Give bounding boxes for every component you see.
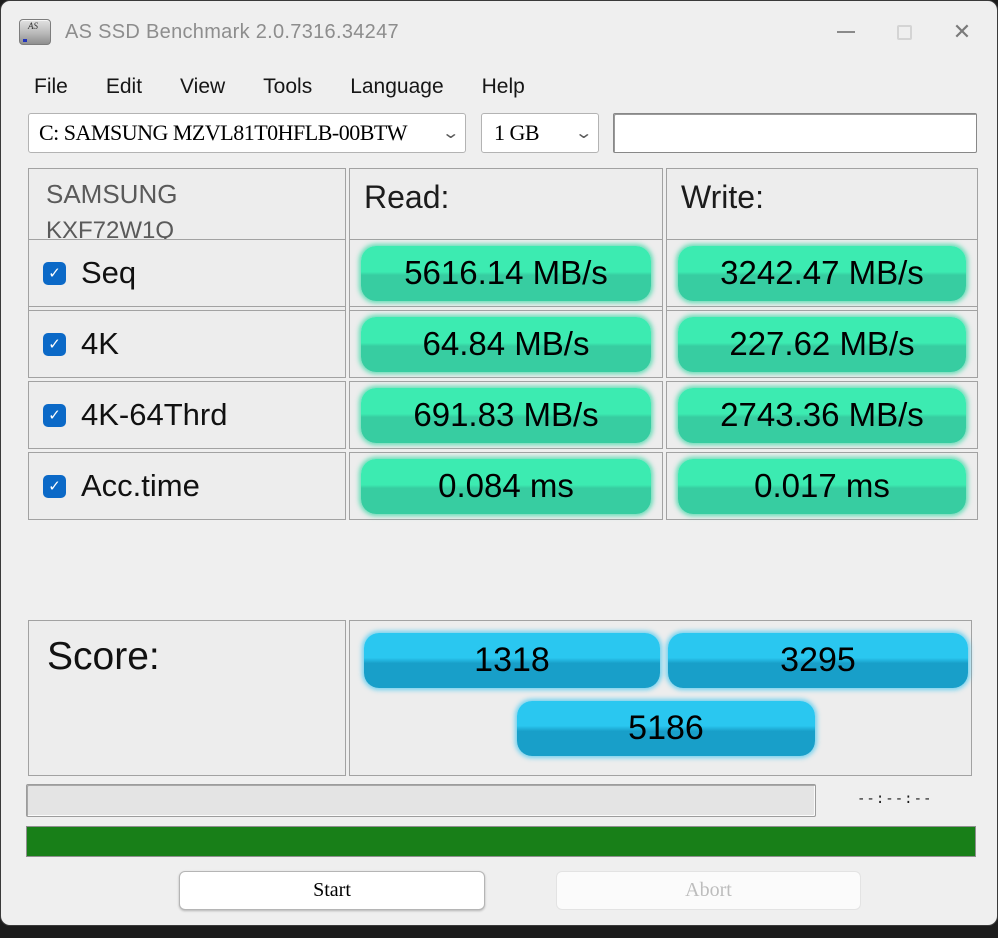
progress-bar-fill [27, 827, 975, 856]
device-vendor: SAMSUNG [46, 179, 178, 209]
4k-checkbox[interactable] [43, 332, 66, 356]
acctime-read-cell: 0.084 ms [349, 452, 663, 520]
4k64-read-value: 691.83 MB/s [360, 387, 652, 443]
titlebar: AS SSD Benchmark 2.0.7316.34247 ✕ [1, 1, 997, 63]
acctime-write-cell: 0.017 ms [666, 452, 978, 520]
close-button[interactable]: ✕ [933, 1, 991, 63]
seq-read-value: 5616.14 MB/s [360, 245, 652, 301]
app-window: AS SSD Benchmark 2.0.7316.34247 ✕ File E… [0, 0, 998, 926]
maximize-icon [896, 24, 912, 40]
4k-write-value: 227.62 MB/s [677, 316, 967, 372]
row-4k64-label-cell: 4K-64Thrd [28, 381, 346, 449]
hdd-app-icon [19, 19, 51, 45]
chevron-down-icon: ⌄ [440, 125, 460, 142]
total-score-badge: 5186 [517, 701, 815, 756]
row-seq-label-cell: Seq [28, 239, 346, 307]
score-label: Score: [47, 635, 160, 678]
start-button[interactable]: Start [179, 871, 485, 910]
test-size-value: 1 GB [494, 120, 540, 145]
minimize-button[interactable] [817, 1, 875, 63]
row-label: 4K-64Thrd [81, 397, 228, 432]
menu-view[interactable]: View [180, 75, 225, 99]
menubar: File Edit View Tools Language Help [1, 65, 997, 109]
test-size-select[interactable]: 1 GB ⌄ [481, 113, 599, 153]
close-icon: ✕ [952, 19, 972, 44]
write-score-badge: 3295 [668, 633, 968, 688]
score-values-cell: 1318 3295 5186 [349, 620, 972, 776]
empty-text-field[interactable] [613, 113, 977, 153]
seq-write-cell: 3242.47 MB/s [666, 239, 978, 307]
4k-read-value: 64.84 MB/s [360, 316, 652, 372]
menu-tools[interactable]: Tools [263, 75, 312, 99]
menu-language[interactable]: Language [350, 75, 443, 99]
chevron-down-icon: ⌄ [573, 125, 593, 142]
score-label-cell: Score: [28, 620, 346, 776]
progress-bar [26, 826, 976, 857]
acctime-write-value: 0.017 ms [677, 458, 967, 514]
maximize-button[interactable] [875, 1, 933, 63]
results-table: SAMSUNG KXF72W1Q stornvme - OK 1342464 K… [28, 168, 978, 520]
4k64-checkbox[interactable] [43, 403, 66, 427]
row-4k-label-cell: 4K [28, 310, 346, 378]
row-label: Acc.time [81, 468, 200, 503]
acctime-checkbox[interactable] [43, 474, 66, 498]
abort-button: Abort [556, 871, 861, 910]
row-label: 4K [81, 326, 119, 361]
score-section: Score: 1318 3295 5186 [28, 620, 972, 776]
row-acctime-label-cell: Acc.time [28, 452, 346, 520]
4k64-write-value: 2743.36 MB/s [677, 387, 967, 443]
menu-edit[interactable]: Edit [106, 75, 142, 99]
read-score-badge: 1318 [364, 633, 660, 688]
seq-checkbox[interactable] [43, 261, 66, 285]
4k64-write-cell: 2743.36 MB/s [666, 381, 978, 449]
window-title: AS SSD Benchmark 2.0.7316.34247 [65, 20, 399, 43]
seq-write-value: 3242.47 MB/s [677, 245, 967, 301]
4k64-read-cell: 691.83 MB/s [349, 381, 663, 449]
menu-help[interactable]: Help [482, 75, 525, 99]
drive-select[interactable]: C: SAMSUNG MZVL81T0HFLB-00BTW ⌄ [28, 113, 466, 153]
menu-file[interactable]: File [34, 75, 68, 99]
4k-write-cell: 227.62 MB/s [666, 310, 978, 378]
minimize-icon [837, 31, 855, 33]
acctime-read-value: 0.084 ms [360, 458, 652, 514]
window-controls: ✕ [817, 1, 991, 63]
seq-read-cell: 5616.14 MB/s [349, 239, 663, 307]
time-remaining: --:--:-- [857, 791, 933, 807]
4k-read-cell: 64.84 MB/s [349, 310, 663, 378]
drive-select-value: C: SAMSUNG MZVL81T0HFLB-00BTW [39, 120, 408, 145]
status-bar [26, 784, 816, 817]
row-label: Seq [81, 255, 137, 290]
